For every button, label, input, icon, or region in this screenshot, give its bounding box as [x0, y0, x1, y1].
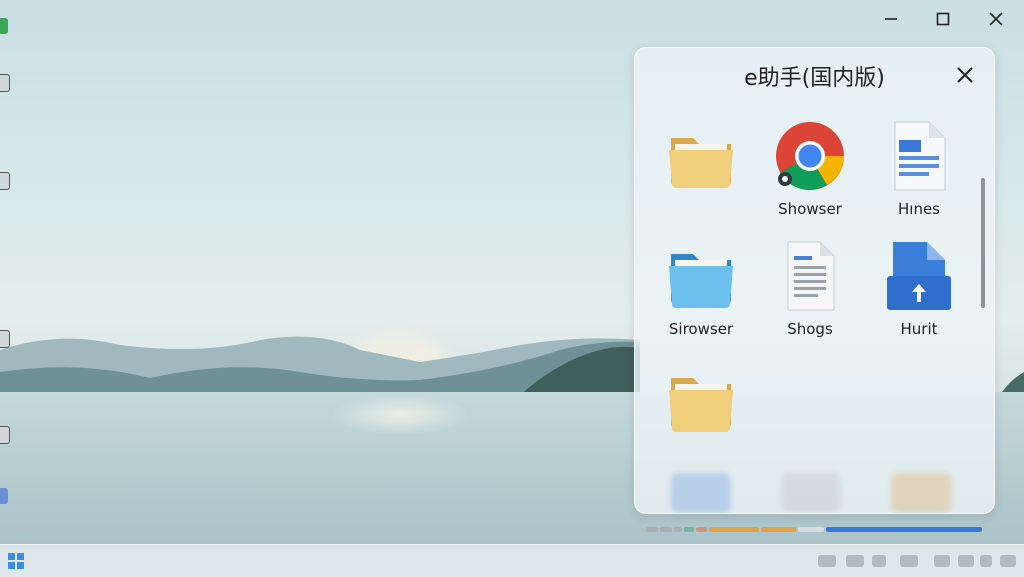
tray-icon[interactable]: [958, 555, 974, 567]
text-file-icon: [787, 241, 835, 311]
panel-title: e助手(国内版): [744, 66, 885, 91]
launcher-item-label: Shogs: [787, 320, 833, 338]
panel-close-button[interactable]: [952, 62, 978, 88]
launcher-item[interactable]: Sirowser: [651, 240, 751, 350]
app-launcher-panel: e助手(国内版) Showser Hınes Sirowser Shogs Hu…: [634, 47, 995, 514]
desktop-icon-stub[interactable]: [0, 18, 8, 34]
taskbar: [0, 544, 1024, 577]
launcher-item[interactable]: [651, 364, 751, 474]
minimize-icon: [885, 18, 897, 20]
launcher-item[interactable]: Hurit: [869, 240, 969, 350]
document-icon: [894, 121, 946, 191]
tray-icon[interactable]: [818, 555, 836, 567]
folder-blue-icon: [669, 254, 733, 308]
maximize-icon: [936, 12, 950, 26]
tray-icon[interactable]: [980, 555, 992, 567]
progress-strip: [646, 527, 983, 532]
close-icon: [989, 12, 1003, 26]
close-button[interactable]: [979, 6, 1013, 32]
windows-icon: [8, 553, 24, 569]
launcher-item-label: Sirowser: [668, 320, 734, 338]
minimize-button[interactable]: [874, 6, 908, 32]
faded-item: [671, 473, 731, 513]
launcher-item-label: Hurit: [900, 320, 938, 338]
launcher-item[interactable]: Shogs: [760, 240, 860, 350]
tray-icon[interactable]: [934, 555, 950, 567]
panel-scrollbar[interactable]: [981, 178, 985, 308]
launcher-item[interactable]: [651, 120, 751, 230]
start-button[interactable]: [0, 545, 32, 577]
launcher-item[interactable]: Hınes: [869, 120, 969, 230]
desktop-icon-stub[interactable]: [0, 488, 8, 504]
tray-icon[interactable]: [846, 555, 864, 567]
launcher-item[interactable]: Showser: [760, 120, 860, 230]
tray-icon[interactable]: [900, 555, 918, 567]
tray-icon[interactable]: [1000, 555, 1016, 567]
launcher-item-label: Hınes: [898, 200, 940, 218]
wallpaper-reflection: [330, 395, 470, 435]
maximize-button[interactable]: [926, 6, 960, 32]
tray-icon[interactable]: [872, 555, 886, 567]
desktop-icon-stub[interactable]: [0, 172, 10, 190]
desktop-icon-stub[interactable]: [0, 74, 10, 92]
launcher-item-label: Showser: [778, 200, 842, 218]
folder-icon: [669, 378, 733, 432]
chrome-icon: [776, 122, 844, 190]
folder-icon: [669, 138, 733, 188]
close-icon: [957, 67, 973, 83]
desktop-icon-stub[interactable]: [0, 330, 10, 348]
blue-file-upload-icon: [887, 242, 951, 310]
desktop-icon-stub[interactable]: [0, 426, 10, 444]
faded-item: [891, 473, 951, 513]
faded-item: [781, 473, 841, 513]
